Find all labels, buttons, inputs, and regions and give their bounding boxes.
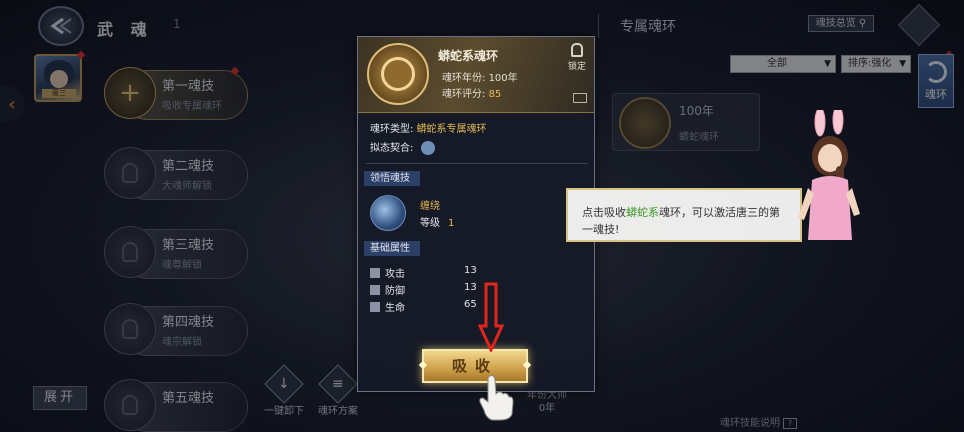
section-skill-label: 领悟魂技 [364, 171, 420, 186]
ring-type-value: 蟒蛇系专属魂环 [416, 124, 487, 135]
stat-attack: 攻击 13 [370, 265, 490, 280]
ring-score: 魂环评分: 85 [442, 85, 501, 100]
skill-icon[interactable] [370, 195, 406, 231]
stat-defense: 防御 13 [370, 282, 490, 297]
ring-year-value: 100年 [488, 73, 518, 84]
shield-icon [370, 285, 380, 295]
heart-icon [370, 302, 380, 312]
stat-health: 生命 65 [370, 299, 490, 314]
skill-name: 缠绕 [420, 201, 440, 212]
guide-character [798, 110, 860, 240]
guide-text: 点击吸收蟒蛇系魂环，可以激活唐三的第一魂技! [582, 206, 780, 236]
contract-label: 拟态契合: [370, 143, 414, 154]
lock-button[interactable]: 锁定 [562, 43, 592, 72]
popup-header: 蟒蛇系魂环 魂环年份: 100年 魂环评分: 85 锁定 [358, 37, 594, 113]
stat-label: 攻击 [385, 269, 405, 280]
ring-score-label: 魂环评分: [442, 89, 486, 100]
stat-label: 生命 [385, 303, 405, 314]
lock-icon [571, 43, 583, 57]
pointing-hand-icon [479, 375, 514, 421]
stat-value: 13 [464, 282, 477, 293]
ring-detail-popup: 蟒蛇系魂环 魂环年份: 100年 魂环评分: 85 锁定 魂环类型: 蟒蛇系专属… [357, 36, 595, 392]
stat-label: 防御 [385, 286, 405, 297]
ring-type-row: 魂环类型: 蟒蛇系专属魂环 [370, 120, 487, 135]
ring-name: 蟒蛇系魂环 [438, 49, 499, 63]
sword-icon [370, 268, 380, 278]
ring-type-label: 魂环类型: [370, 124, 414, 135]
game-screen: 武 魂 1 唐三 ‹ + 第一魂技 吸收专属魂环 第二魂技 大魂师解锁 第三魂技… [0, 0, 964, 432]
stat-value: 65 [464, 299, 477, 310]
skill-level: 等级 1 [420, 214, 454, 229]
stat-value: 13 [464, 265, 477, 276]
ring-score-value: 85 [488, 89, 502, 100]
guide-highlight: 蟒蛇系 [626, 206, 659, 219]
ring-year: 魂环年份: 100年 [442, 69, 518, 84]
contract-row: 拟态契合: [370, 139, 435, 155]
divider [366, 163, 588, 164]
skill-level-label: 等级 [420, 218, 440, 229]
ring-emblem-icon [367, 43, 429, 105]
ring-year-label: 魂环年份: [442, 73, 486, 84]
share-icon[interactable] [573, 93, 587, 103]
hint-arrow-icon [478, 282, 504, 352]
skill-level-value: 1 [448, 218, 455, 229]
section-attr-label: 基础属性 [364, 241, 420, 256]
contract-icon[interactable] [420, 141, 435, 155]
lock-label: 锁定 [567, 62, 586, 72]
guide-dialog[interactable]: 点击吸收蟒蛇系魂环，可以激活唐三的第一魂技! [566, 188, 802, 242]
